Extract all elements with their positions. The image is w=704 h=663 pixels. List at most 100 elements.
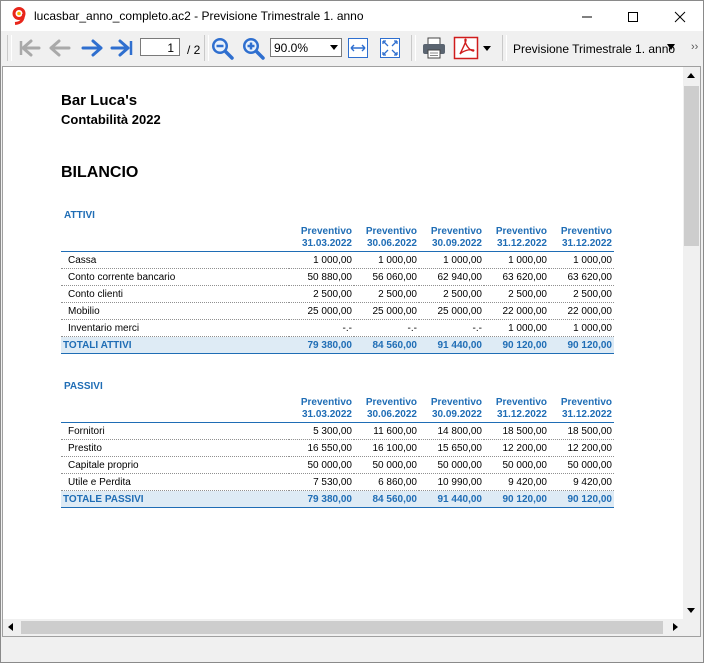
row-value: 50 000,00 <box>354 456 419 474</box>
row-label: Utile e Perdita <box>61 473 289 491</box>
status-bar <box>1 638 703 662</box>
table-row: Inventario merci -.- -.- -.- 1 000,00 1 000,0… <box>61 319 614 337</box>
next-page-icon[interactable] <box>79 36 105 60</box>
row-value: -.- <box>289 319 354 337</box>
row-value: 16 550,00 <box>289 439 354 457</box>
vertical-scroll-thumb[interactable] <box>684 86 699 246</box>
row-value: 1 000,00 <box>484 251 549 269</box>
row-value: -.- <box>419 319 484 337</box>
total-value: 90 120,00 <box>549 336 614 354</box>
total-row: TOTALI ATTIVI 79 380,00 84 560,00 91 440,00… <box>61 336 614 354</box>
horizontal-scroll-thumb[interactable] <box>21 621 663 634</box>
row-value: 62 940,00 <box>419 268 484 286</box>
row-value: 1 000,00 <box>289 251 354 269</box>
row-value: 50 000,00 <box>549 456 614 474</box>
table-row: Capitale proprio 50 000,00 50 000,00 50 000… <box>61 456 614 474</box>
toolbar: 1 / 2 90.0% Previsione Trimestrale 1. an… <box>1 31 703 65</box>
row-value: 22 000,00 <box>549 302 614 320</box>
previous-page-icon[interactable] <box>47 36 73 60</box>
column-header-top: Preventivo <box>495 397 547 408</box>
close-button[interactable] <box>657 1 703 31</box>
scroll-right-icon[interactable] <box>673 623 678 631</box>
last-page-icon[interactable] <box>109 36 135 60</box>
column-header-top: Preventivo <box>300 397 352 408</box>
row-label: Capitale proprio <box>61 456 289 474</box>
row-value: 11 600,00 <box>354 422 419 440</box>
minimize-button[interactable] <box>564 1 610 31</box>
pdf-icon[interactable] <box>453 36 479 60</box>
close-icon <box>674 11 686 23</box>
total-value: 90 120,00 <box>484 336 549 354</box>
column-header-date: 31.12.2022 <box>484 409 549 423</box>
report-viewer-window: lucasbar_anno_completo.ac2 - Previsione … <box>0 0 704 663</box>
row-value: 1 000,00 <box>419 251 484 269</box>
row-value: 25 000,00 <box>289 302 354 320</box>
first-page-icon[interactable] <box>17 36 43 60</box>
total-value: 91 440,00 <box>419 490 484 508</box>
chevron-down-icon[interactable] <box>667 44 675 50</box>
zoom-select[interactable]: 90.0% <box>270 38 342 57</box>
column-header-spacer <box>61 397 289 409</box>
column-header-date: 31.12.2022 <box>549 238 614 252</box>
scrollbar-corner <box>683 619 700 636</box>
horizontal-scrollbar[interactable] <box>3 619 683 636</box>
page-number-input[interactable]: 1 <box>140 38 180 56</box>
row-value: 6 860,00 <box>354 473 419 491</box>
column-header-spacer <box>61 409 289 423</box>
row-value: 9 420,00 <box>484 473 549 491</box>
row-label: Mobilio <box>61 302 289 320</box>
maximize-button[interactable] <box>610 1 656 31</box>
print-icon[interactable] <box>421 36 447 60</box>
toolbar-separator <box>411 35 416 61</box>
scroll-left-icon[interactable] <box>8 623 13 631</box>
zoom-in-icon[interactable] <box>240 36 266 60</box>
table-row: Conto clienti 2 500,00 2 500,00 2 500,00 2 5… <box>61 285 614 303</box>
total-value: 90 120,00 <box>484 490 549 508</box>
fit-width-icon[interactable] <box>347 36 369 60</box>
toolbar-grip <box>7 35 12 61</box>
zoom-value: 90.0% <box>274 41 309 55</box>
row-value: 2 500,00 <box>289 285 354 303</box>
row-value: 15 650,00 <box>419 439 484 457</box>
column-header-top: Preventivo <box>430 397 482 408</box>
total-value: 84 560,00 <box>354 490 419 508</box>
document-viewer: Bar Luca's Contabilità 2022 BILANCIO ATT… <box>2 66 701 637</box>
company-name: Bar Luca's <box>61 92 138 109</box>
toolbar-overflow-button[interactable]: ›› <box>691 41 698 53</box>
row-value: 18 500,00 <box>549 422 614 440</box>
pdf-options-chevron-icon[interactable] <box>483 46 491 51</box>
table-row: Prestito 16 550,00 16 100,00 15 650,00 12 20… <box>61 439 614 457</box>
row-value: 1 000,00 <box>549 251 614 269</box>
total-label: TOTALI ATTIVI <box>61 336 289 354</box>
vertical-scrollbar[interactable] <box>683 67 700 619</box>
column-header-date: 30.06.2022 <box>354 238 419 252</box>
table-row: Utile e Perdita 7 530,00 6 860,00 10 990,00… <box>61 473 614 491</box>
row-value: 12 200,00 <box>549 439 614 457</box>
page-total-label: / 2 <box>187 43 201 57</box>
assets-table: Preventivo Preventivo Preventivo Preventivo… <box>61 226 614 354</box>
fit-page-icon[interactable] <box>379 36 401 60</box>
scroll-down-icon[interactable] <box>687 608 695 613</box>
column-header-date: 30.09.2022 <box>419 409 484 423</box>
toolbar-separator <box>502 35 507 61</box>
report-select[interactable]: Previsione Trimestrale 1. anno <box>513 42 675 56</box>
row-value: 50 000,00 <box>419 456 484 474</box>
row-label: Fornitori <box>61 422 289 440</box>
report-page: Bar Luca's Contabilità 2022 BILANCIO ATT… <box>6 69 680 616</box>
row-value: 2 500,00 <box>484 285 549 303</box>
column-header-date: 30.06.2022 <box>354 409 419 423</box>
table-row: Mobilio 25 000,00 25 000,00 25 000,00 22 000… <box>61 302 614 320</box>
row-value: 22 000,00 <box>484 302 549 320</box>
table-row: Fornitori 5 300,00 11 600,00 14 800,00 18 50… <box>61 422 614 440</box>
row-label: Conto clienti <box>61 285 289 303</box>
column-header-top: Preventivo <box>365 226 417 237</box>
zoom-out-icon[interactable] <box>209 36 235 60</box>
column-header-top: Preventivo <box>430 226 482 237</box>
minimize-icon <box>582 16 592 18</box>
row-value: 50 000,00 <box>484 456 549 474</box>
column-header-date: 31.12.2022 <box>549 409 614 423</box>
row-value: 63 620,00 <box>484 268 549 286</box>
liabilities-section-label: PASSIVI <box>64 381 103 392</box>
column-header-date: 31.03.2022 <box>289 238 354 252</box>
scroll-up-icon[interactable] <box>687 73 695 78</box>
